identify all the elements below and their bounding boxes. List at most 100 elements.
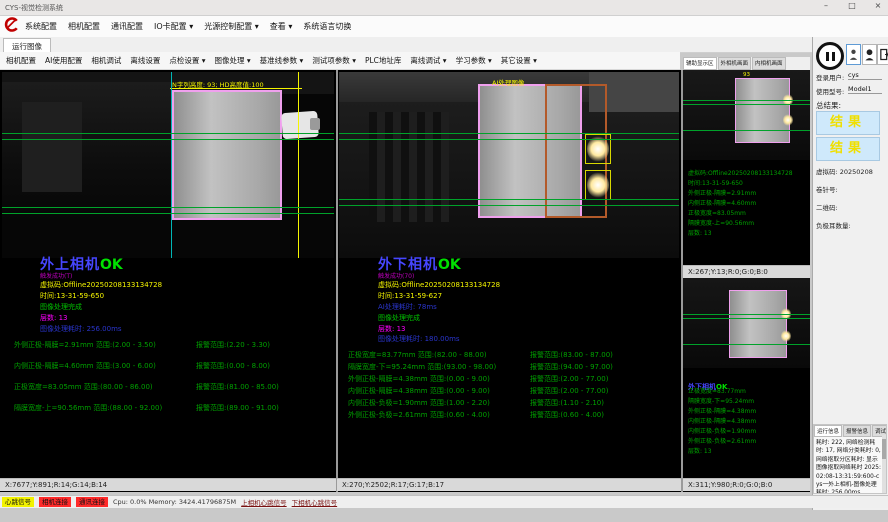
measure-line: [339, 133, 679, 134]
measure-line: [339, 139, 679, 140]
alarm-range: 报警范围:(0.60 - 4.00): [530, 410, 604, 420]
tool-learn-params[interactable]: 学习参数 ▾: [456, 55, 492, 66]
user-icon: [849, 48, 858, 61]
thumb-text-line: 时间:13-31-59-650: [688, 178, 810, 187]
cpu-memory-status: Cpu: 0.0% Memory: 3424.41796875M: [113, 498, 236, 506]
gripper-tip: [310, 118, 320, 130]
middle-sub-status: 触发成功(70): [378, 271, 414, 280]
alarm-range: 报警范围:(1.10 - 2.10): [530, 398, 604, 408]
menu-comm-config[interactable]: 通讯配置: [111, 21, 143, 32]
measure-line: [683, 314, 810, 315]
scrollbar[interactable]: [882, 435, 886, 493]
tab-aux-display[interactable]: 辅助显示区: [683, 57, 717, 70]
tab-strip: 运行图像: [0, 37, 812, 53]
alarm-range: 报警范围:(2.20 - 3.30): [196, 340, 270, 350]
thumb-text-line: 层数: 13: [688, 228, 810, 237]
tool-spot-check[interactable]: 点检设置 ▾: [169, 55, 205, 66]
measurement-row: 隔膜宽度-上=90.56mm 范围:(88.00 - 92.00): [14, 403, 162, 413]
measure-line: [683, 130, 810, 131]
aux-tab-strip: 辅助显示区 外相机画面 内相机画面: [683, 57, 810, 70]
pause-icon: [826, 52, 829, 61]
thumb-text-line: 外侧正极-隔膜=2.91mm: [688, 188, 810, 197]
measure-line: [2, 213, 334, 214]
alarm-range: 报警范围:(94.00 - 97.00): [530, 362, 613, 372]
result-indicator-2: 结果: [816, 137, 880, 161]
close-icon[interactable]: ×: [870, 1, 886, 10]
tab-outer-camera[interactable]: 外相机画面: [718, 57, 752, 70]
exit-button[interactable]: [877, 44, 888, 65]
aux-thumbnail-bottom[interactable]: 外下相机OK 正极宽度=83.77mm 隔膜宽度-下=95.24mm 外侧正极-…: [683, 278, 810, 478]
measure-line: [683, 100, 810, 101]
tool-plc-address[interactable]: PLC地址库: [365, 55, 401, 66]
tool-ai-config[interactable]: AI使用配置: [45, 55, 82, 66]
tool-offline-setting[interactable]: 离线设置: [130, 55, 160, 66]
measure-line: [339, 199, 679, 200]
model-value[interactable]: Model1: [848, 85, 882, 94]
thumb-text-line: 外侧正极-隔膜=4.38mm: [688, 406, 810, 415]
status-ok: OK: [438, 257, 461, 273]
measurement-row: 正极宽度=83.77mm 范围:(82.00 - 88.00): [348, 350, 487, 360]
maximize-icon[interactable]: □: [844, 1, 860, 10]
electrode-roll: [172, 90, 282, 220]
height-overlay-label: N字列高度: 93; HD高度值:100: [172, 79, 264, 89]
tool-camera-debug[interactable]: 相机调试: [91, 55, 121, 66]
comm-connection-badge: 通讯连接: [76, 497, 108, 507]
measurement-row: 外侧正极-负极=2.61mm 范围:(0.60 - 4.00): [348, 410, 490, 420]
alarm-range: 报警范围:(0.00 - 8.00): [196, 361, 270, 371]
measurement-row: 外侧正极-隔膜=4.38mm 范围:(0.00 - 9.00): [348, 374, 490, 384]
tab-inner-camera[interactable]: 内相机画面: [752, 57, 786, 70]
tool-test-params[interactable]: 测试项参数 ▾: [312, 55, 356, 66]
menu-view[interactable]: 查看 ▾: [270, 21, 293, 32]
tool-image-process[interactable]: 图像处理 ▾: [215, 55, 251, 66]
aux-thumbnail-top[interactable]: 93 虚拟码:Offline20250208133134728 时间:13-31…: [683, 70, 810, 265]
tool-baseline-params[interactable]: 基准线参数 ▾: [260, 55, 304, 66]
tool-other-settings[interactable]: 其它设置 ▾: [501, 55, 537, 66]
left-pixel-coordinates: X:7677;Y:891;R:14;G:14;B:14: [0, 478, 336, 491]
menu-bar: 系统配置 相机配置 通讯配置 IO卡配置 ▾ 光源控制配置 ▾ 查看 ▾ 系统语…: [0, 16, 888, 38]
thumb1-pixel-coordinates: X:267;Y:13;R:0;G:0;B:0: [683, 265, 810, 278]
scrollbar-thumb[interactable]: [882, 439, 886, 459]
thumb-overlay-label: 93: [743, 72, 750, 78]
menu-language-switch[interactable]: 系统语言切换: [303, 21, 351, 32]
minimize-icon[interactable]: –: [818, 1, 834, 10]
left-camera-image[interactable]: N字列高度: 93; HD高度值:100: [2, 72, 334, 258]
tool-camera-config[interactable]: 相机配置: [6, 55, 36, 66]
measure-line: [2, 139, 334, 140]
menu-camera-config[interactable]: 相机配置: [68, 21, 100, 32]
toolbar: 相机配置 AI使用配置 相机调试 离线设置 点检设置 ▾ 图像处理 ▾ 基准线参…: [0, 52, 680, 70]
lower-camera-heartbeat-link[interactable]: 下相机心跳信号: [292, 497, 338, 507]
menu-light-config[interactable]: 光源控制配置 ▾: [204, 21, 259, 32]
virtual-code-label: 虚拟码: 20250208: [816, 166, 873, 176]
light-reflection: [783, 114, 793, 126]
tab-alarm-info[interactable]: 报警信息: [843, 425, 871, 437]
total-result-label: 总结果:: [816, 100, 841, 111]
measurement-row: 内侧正极-隔膜=4.60mm 范围:(3.00 - 6.00): [14, 361, 156, 371]
pause-icon: [832, 52, 835, 61]
left-layers: 层数: 13: [40, 313, 68, 323]
left-sub-status: 触发成功(T): [40, 271, 72, 280]
measurement-row: 外侧正极-隔膜=2.91mm 范围:(2.00 - 3.50): [14, 340, 156, 350]
tab-detect-box: [585, 170, 611, 200]
edge-overlay-line: [298, 72, 299, 258]
thumb-text-line: 内侧正极-隔膜=4.38mm: [688, 416, 810, 425]
login-user-value[interactable]: cys: [848, 71, 882, 80]
user-login-button[interactable]: [846, 44, 861, 65]
left-process-time: 图像处理耗时: 256.00ms: [40, 324, 122, 334]
login-user-label: 登录用户:: [816, 72, 844, 82]
measurement-row: 内侧正极-隔膜=4.38mm 范围:(0.00 - 9.00): [348, 386, 490, 396]
measure-line: [683, 344, 810, 345]
menu-system-config[interactable]: 系统配置: [25, 21, 57, 32]
model-label: 使用型号:: [816, 86, 844, 96]
menu-io-config[interactable]: IO卡配置 ▾: [154, 21, 193, 32]
alarm-range: 报警范围:(81.00 - 85.00): [196, 382, 279, 392]
operator-button[interactable]: [862, 44, 877, 65]
middle-camera-image[interactable]: AI处理图像: [339, 72, 679, 258]
tool-offline-debug[interactable]: 离线调试 ▾: [410, 55, 446, 66]
middle-pixel-coordinates: X:270;Y:2502;R:17;G:17;B:17: [337, 478, 681, 491]
thumb-text-line: 内侧正极-负极=1.90mm: [688, 426, 810, 435]
thumb-text-line: 正极宽度=83.77mm: [688, 386, 810, 395]
upper-camera-heartbeat-link[interactable]: 上相机心跳信号: [241, 497, 287, 507]
tab-run-info[interactable]: 运行信息: [814, 425, 842, 437]
pause-button[interactable]: [816, 42, 844, 70]
alarm-range: 报警范围:(2.00 - 77.00): [530, 386, 608, 396]
